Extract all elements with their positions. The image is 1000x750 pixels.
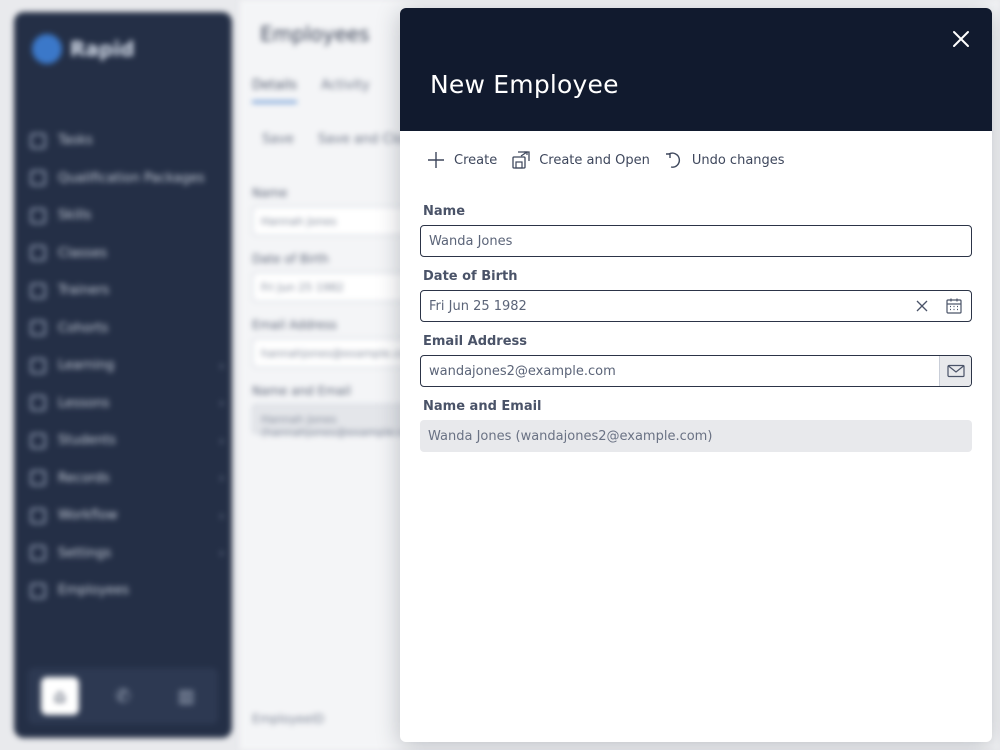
- chevron-right-icon: ›: [219, 471, 224, 486]
- sidebar-item-label: Trainers: [58, 283, 110, 299]
- dob-label: Date of Birth: [423, 269, 518, 284]
- sidebar-item-label: Workflow: [58, 508, 118, 524]
- sidebar-item-label: Students: [58, 433, 116, 449]
- name-input[interactable]: [421, 226, 971, 256]
- sidebar-item-label: Skills: [58, 208, 92, 224]
- name-input-wrapper: [420, 225, 972, 257]
- sidebar-item: Lessons ›: [30, 385, 230, 423]
- chevron-right-icon: ›: [219, 508, 224, 523]
- dob-input-wrapper: [420, 290, 972, 322]
- sidebar-item: Settings ›: [30, 535, 230, 573]
- sidebar-item: Trainers: [30, 272, 230, 310]
- panel-header: New Employee: [400, 8, 992, 131]
- employee-form: Name Date of Birth: [420, 204, 972, 464]
- nav-item-icon: [30, 395, 46, 412]
- mail-icon[interactable]: [939, 356, 971, 386]
- undo-changes-button[interactable]: Undo changes: [664, 150, 785, 170]
- name-email-input: [420, 420, 972, 452]
- sidebar-item-label: Employees: [58, 583, 130, 599]
- sidebar-footer: ⌂ ✆ ▥: [28, 668, 218, 724]
- chart-icon: ▥: [177, 685, 195, 707]
- nav-item-icon: [30, 507, 46, 524]
- sidebar-item-label: Settings: [58, 545, 112, 561]
- phone-icon: ✆: [115, 685, 131, 707]
- nav-item-icon: [30, 357, 46, 374]
- nav-item-icon: [30, 207, 46, 224]
- sidebar-item: Qualification Packages: [30, 160, 230, 198]
- create-and-open-button[interactable]: Create and Open: [511, 150, 650, 170]
- page-title: Employees: [260, 22, 370, 46]
- sidebar-item-label: Qualification Packages: [58, 170, 205, 186]
- tab-details: Details: [252, 78, 298, 103]
- home-icon: ⌂: [40, 677, 79, 715]
- sidebar-item-label: Lessons: [58, 395, 110, 411]
- background-toolbar: Save Save and Close: [262, 132, 418, 147]
- sidebar-item: Tasks: [30, 122, 230, 160]
- sidebar-item: Workflow ›: [30, 497, 230, 535]
- clear-icon[interactable]: [907, 291, 937, 321]
- sidebar-item: Skills: [30, 197, 230, 235]
- nav-item-icon: [30, 132, 46, 149]
- email-input-wrapper: [420, 355, 972, 387]
- nav-item-icon: [30, 432, 46, 449]
- sidebar: Rapid Tasks Qualification Packages Skills C…: [14, 12, 232, 738]
- sidebar-item: Employees: [30, 572, 230, 610]
- chevron-right-icon: ›: [219, 396, 224, 411]
- email-label: Email Address: [423, 334, 528, 349]
- dob-field-group: Date of Birth: [420, 269, 972, 322]
- email-input[interactable]: [421, 356, 939, 386]
- name-label: Name: [423, 204, 466, 219]
- sidebar-item: Learning ›: [30, 347, 230, 385]
- nav-item-icon: [30, 545, 46, 562]
- nav-item-icon: [30, 245, 46, 262]
- close-icon[interactable]: [950, 28, 972, 50]
- create-button[interactable]: Create: [426, 150, 497, 170]
- panel-title: New Employee: [430, 70, 619, 99]
- name-email-label: Name and Email: [423, 399, 542, 414]
- nav-item-icon: [30, 470, 46, 487]
- tab-activity: Activity: [321, 78, 370, 93]
- sidebar-item: Records ›: [30, 460, 230, 498]
- logo: Rapid: [32, 34, 134, 64]
- create-label: Create: [454, 152, 498, 168]
- name-email-input-wrapper: [420, 420, 972, 452]
- dob-input[interactable]: [421, 291, 907, 321]
- save-button: Save: [262, 132, 294, 147]
- undo-changes-label: Undo changes: [691, 152, 785, 168]
- chevron-right-icon: ›: [219, 358, 224, 373]
- email-field-group: Email Address: [420, 334, 972, 387]
- name-field-group: Name: [420, 204, 972, 257]
- save-open-icon: [511, 150, 531, 170]
- new-employee-panel: New Employee Create Create and Open Undo…: [400, 8, 992, 742]
- sidebar-item-label: Cohorts: [58, 320, 109, 336]
- chevron-right-icon: ›: [219, 433, 224, 448]
- nav-item-icon: [30, 282, 46, 299]
- nav-item-icon: [30, 170, 46, 187]
- sidebar-item-label: Learning: [58, 358, 115, 374]
- tabs: Details Activity: [252, 78, 370, 103]
- sidebar-item: Classes: [30, 235, 230, 273]
- nav-item-icon: [30, 320, 46, 337]
- sidebar-item-label: Records: [58, 470, 110, 486]
- undo-icon: [664, 150, 684, 170]
- sidebar-item: Cohorts: [30, 310, 230, 348]
- name-email-field-group: Name and Email: [420, 399, 972, 452]
- logo-text: Rapid: [70, 37, 135, 61]
- nav-item-icon: [30, 582, 46, 599]
- logo-icon: [32, 34, 62, 64]
- footer-text: EmployeeID: [252, 712, 325, 726]
- plus-icon: [426, 150, 446, 170]
- panel-toolbar: Create Create and Open Undo changes: [426, 150, 785, 170]
- sidebar-nav: Tasks Qualification Packages Skills Classes…: [30, 122, 230, 610]
- chevron-right-icon: ›: [219, 546, 224, 561]
- sidebar-item-label: Classes: [58, 245, 107, 261]
- sidebar-item-label: Tasks: [58, 133, 93, 149]
- create-and-open-label: Create and Open: [539, 152, 650, 168]
- calendar-icon[interactable]: [937, 291, 971, 321]
- sidebar-item: Students ›: [30, 422, 230, 460]
